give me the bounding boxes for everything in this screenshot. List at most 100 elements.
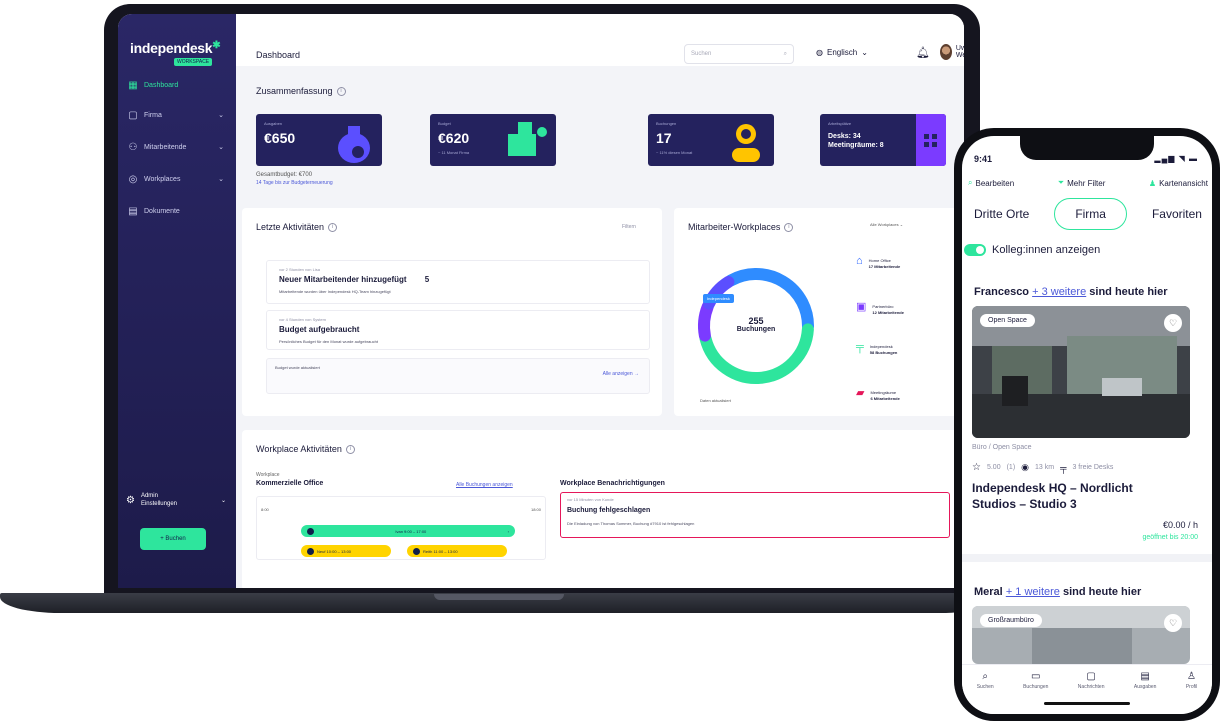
nav-item-suchen[interactable]: ⌕ Suchen <box>977 671 994 690</box>
search-input[interactable]: Suchen ⌕ <box>684 44 794 64</box>
marketing-stage: independesk✱ WORKSPACE ▦ Dashboard ▢ Firma… <box>0 0 1220 721</box>
status-icons: ▂▄▆ ◥ ▬ <box>1154 154 1198 163</box>
summary-card-buchungen[interactable]: Buchungen 17 ~ 11% diesen Monat <box>648 114 774 166</box>
more-colleagues-link[interactable]: + 1 weitere <box>1006 586 1060 598</box>
sidebar-item-firma[interactable]: ▢ Firma ⌄ <box>124 106 230 124</box>
card-subtext: ~ 11 Monat Firma <box>438 150 470 155</box>
map-view-button[interactable]: ♟ Kartenansicht <box>1149 178 1208 188</box>
user-menu[interactable]: Uwe Weinecke⌄ <box>940 44 964 60</box>
donut-footnote: Daten aktualisiert <box>700 398 731 403</box>
show-all-link[interactable]: Alle anzeigen → <box>603 371 639 377</box>
nav-item-buchungen[interactable]: ▭ Buchungen <box>1023 671 1048 690</box>
chevron-down-icon: ⌄ <box>218 176 224 183</box>
card-label: Budget <box>438 121 451 126</box>
booking-pill[interactable]: Ivan 9:00 – 17:00 › <box>301 525 515 537</box>
bell-icon[interactable]: 🔔︎ <box>916 46 930 59</box>
distance: 13 km <box>1035 464 1055 471</box>
place-title[interactable]: Independesk HQ – Nordlicht Studios – Stu… <box>972 480 1152 512</box>
workspace-photo[interactable]: Open Space ♡ <box>972 306 1190 438</box>
space-type-badge: Open Space <box>980 314 1035 327</box>
nav-item-profil[interactable]: ♙ Profil <box>1186 671 1197 690</box>
pin-icon: ◎ <box>128 173 138 185</box>
admin-settings[interactable]: ⚙ Admin Einstellungen ⌄ <box>126 492 230 508</box>
heart-icon[interactable]: ♡ <box>1164 314 1182 332</box>
tab-dritte-orte[interactable]: Dritte Orte <box>968 198 1035 230</box>
info-icon[interactable]: i <box>328 222 338 232</box>
workplaces-title-text: Mitarbeiter-Workplaces <box>688 222 781 232</box>
edit-button[interactable]: ⌕ Bearbeiten <box>968 178 1014 188</box>
legend-text: Meetingräume 6 Mitarbeitende <box>870 390 899 402</box>
sidebar-item-dokumente[interactable]: ▤ Dokumente <box>124 202 230 220</box>
activity-item[interactable]: Budget wurde aktualisiert Alle anzeigen … <box>266 358 650 394</box>
legend-item[interactable]: ╤ Independesk 58 Buchungen <box>856 342 898 356</box>
card-label: Arbeitsplätze <box>828 121 852 126</box>
group-heading: Francesco + 3 weitere sind heute hier <box>974 286 1168 298</box>
heart-icon[interactable]: ♡ <box>1164 614 1182 632</box>
summary-card-ausgaben[interactable]: Ausgaben €650 <box>256 114 382 166</box>
book-button[interactable]: + Buchen <box>140 528 206 550</box>
bookings-link[interactable]: Alle Buchungen anzeigen <box>456 482 513 488</box>
section-divider <box>962 554 1212 562</box>
meeting-icon: ▰ <box>856 387 865 399</box>
donut-segment-partnerb-ros[interactable] <box>698 300 714 342</box>
nav-item-ausgaben[interactable]: ▤ Ausgaben <box>1134 671 1157 690</box>
logo-text: independesk <box>130 40 213 56</box>
phone-screen: 9:41 ▂▄▆ ◥ ▬ ⌕ Bearbeiten ⏷ Mehr Filter ♟ K… <box>962 136 1212 714</box>
admin-subtitle: Einstellungen <box>140 501 177 507</box>
sidebar-item-mitarbeitende[interactable]: ⚇ Mitarbeitende ⌄ <box>124 138 230 156</box>
user-name: Uwe Weinecke <box>955 45 964 59</box>
info-icon[interactable]: i <box>784 222 794 232</box>
info-icon[interactable]: i <box>345 444 355 454</box>
grid-icon: ▦ <box>128 79 138 91</box>
tab-firma[interactable]: Firma <box>1054 198 1127 230</box>
receipt-icon: ▤ <box>1140 671 1150 682</box>
notifications-title: Workplace Benachrichtigungen <box>560 480 665 487</box>
notification-card[interactable]: vor 15 Minuten von Kunde Buchung fehlges… <box>560 492 950 538</box>
legend-item[interactable]: ▣ Partnerbüro 12 Mitarbeitende <box>856 302 904 316</box>
document-icon: ▤ <box>128 205 138 217</box>
sidebar-item-dashboard[interactable]: ▦ Dashboard <box>124 76 230 94</box>
dropdown-label: Alle Workplaces <box>870 222 899 227</box>
activity-footer: Budget wurde aktualisiert <box>275 365 320 370</box>
booking-pill[interactable]: Neuf 10:00 – 13:00 <box>301 545 391 557</box>
filter-button[interactable]: ⏷ Mehr Filter <box>1058 178 1106 188</box>
office-name: Kommerzielle Office <box>256 480 324 487</box>
activity-item[interactable]: vor 2 Stunden von Lisa Neuer Mitarbeiten… <box>266 260 650 304</box>
legend-item[interactable]: ▰ Meetingräume 6 Mitarbeitende <box>856 387 900 402</box>
filter-button[interactable]: Filtern <box>622 224 636 230</box>
notification-kicker: vor 15 Minuten von Kunde <box>567 497 614 502</box>
language-select[interactable]: ◍ Englisch ⌄ <box>816 48 868 57</box>
calendar-icon: ▭ <box>1031 671 1041 682</box>
card-value: €620 <box>438 130 470 146</box>
sidebar-item-workplaces[interactable]: ◎ Workplaces ⌄ <box>124 170 230 188</box>
activity-item[interactable]: vor 4 Stunden von System Budget aufgebra… <box>266 310 650 350</box>
budget-renewal-link[interactable]: 14 Tage bis zur Budgeterneuerung <box>256 180 333 186</box>
info-icon[interactable]: i <box>336 86 346 96</box>
logo[interactable]: independesk✱ <box>130 40 221 56</box>
donut-segment-independesk[interactable] <box>699 323 814 384</box>
nav-item-nachrichten[interactable]: ▢ Nachrichten <box>1078 671 1105 690</box>
nav-label: Nachrichten <box>1077 684 1105 690</box>
phone-tabs: Dritte Orte Firma Favoriten <box>968 198 1208 230</box>
tab-favoriten[interactable]: Favoriten <box>1146 198 1208 230</box>
activity-count: 5 <box>424 275 430 284</box>
space-type: Büro / Open Space <box>972 444 1032 451</box>
free-desks: 3 freie Desks <box>1072 464 1114 471</box>
search-placeholder: Suchen <box>691 51 712 57</box>
legend-sub: 58 Buchungen <box>869 350 898 355</box>
booking-timeline: 8:00 18:00 Ivan 9:00 – 17:00 › Neuf 10:00… <box>256 496 546 560</box>
summary-card-arbeitsplaetze[interactable]: Arbeitsplätze Desks: 34 Meetingräume: 8 <box>820 114 946 166</box>
more-colleagues-link[interactable]: + 3 weitere <box>1032 286 1086 298</box>
workplaces-panel: Mitarbeiter-Workplaces i Alle Workplaces … <box>674 208 964 416</box>
pin-icon: ◉ <box>1021 462 1030 472</box>
summary-card-budget[interactable]: Budget €620 ~ 11 Monat Firma <box>430 114 556 166</box>
legend-item[interactable]: ⌂ Home Office 17 Mitarbeitende <box>856 256 900 270</box>
activity-kicker: vor 2 Stunden von Lisa <box>279 267 320 272</box>
colleagues-toggle[interactable] <box>964 244 986 256</box>
card-label: Buchungen <box>656 121 677 126</box>
moneybag-icon <box>338 126 370 163</box>
workspace-photo[interactable]: Großraumbüro ♡ <box>972 606 1190 664</box>
tool-label: Kartenansicht <box>1159 178 1208 188</box>
booking-pill[interactable]: Reith 11:00 – 13:00 <box>407 545 507 557</box>
workplaces-dropdown[interactable]: Alle Workplaces ⌄ <box>870 222 903 227</box>
